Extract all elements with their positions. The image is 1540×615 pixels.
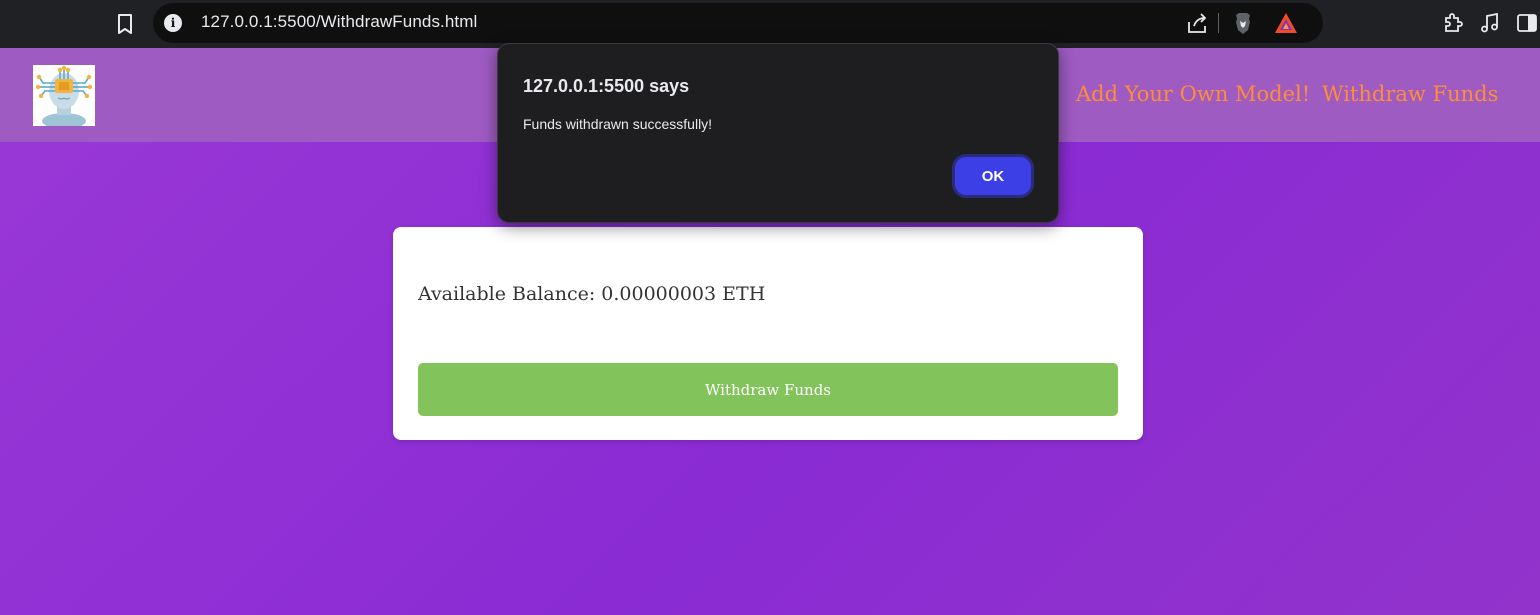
withdraw-funds-button[interactable]: Withdraw Funds <box>418 363 1118 416</box>
dialog-title: 127.0.0.1:5500 says <box>523 76 690 96</box>
sidebar-icon[interactable] <box>1515 11 1539 35</box>
browser-toolbar: i 127.0.0.1:5500/WithdrawFunds.html <box>0 0 1540 48</box>
withdraw-card: Available Balance: 0.00000003 ETH Withdr… <box>393 227 1143 440</box>
alert-dialog: 127.0.0.1:5500 says Funds withdrawn succ… <box>497 43 1059 223</box>
ai-brain-logo[interactable] <box>33 65 95 129</box>
available-balance: Available Balance: 0.00000003 ETH <box>418 283 766 305</box>
address-bar[interactable]: i 127.0.0.1:5500/WithdrawFunds.html <box>153 3 1323 43</box>
nav-link-add-model[interactable]: Add Your Own Model! <box>1076 82 1310 106</box>
media-controls-icon[interactable] <box>1478 11 1502 35</box>
nav-link-withdraw-funds[interactable]: Withdraw Funds <box>1322 82 1498 106</box>
extensions-icon[interactable] <box>1441 11 1465 35</box>
toolbar-divider <box>1218 13 1219 33</box>
ok-button[interactable]: OK <box>952 154 1034 198</box>
brave-rewards-icon[interactable] <box>1273 11 1299 35</box>
bookmark-icon[interactable] <box>112 11 138 37</box>
url-text[interactable]: 127.0.0.1:5500/WithdrawFunds.html <box>201 12 477 32</box>
dialog-message: Funds withdrawn successfully! <box>523 116 713 132</box>
share-icon[interactable] <box>1185 12 1209 36</box>
site-info-icon[interactable]: i <box>164 14 182 32</box>
brave-shields-icon[interactable] <box>1231 11 1255 35</box>
